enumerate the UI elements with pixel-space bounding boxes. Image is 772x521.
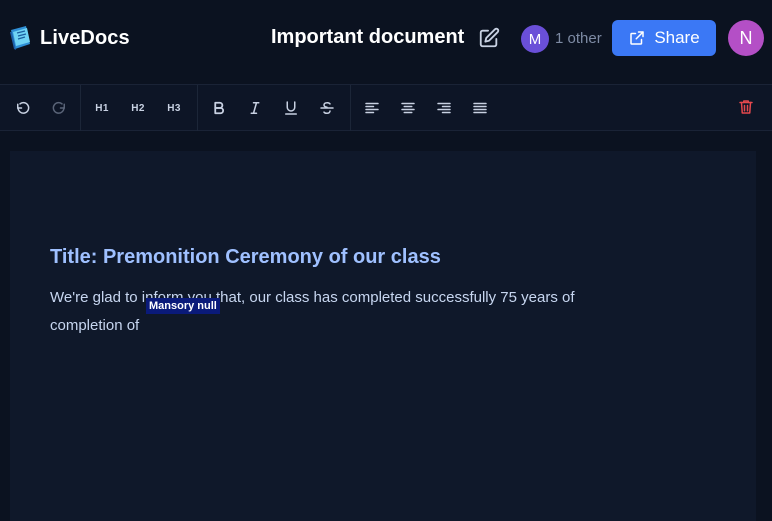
align-justify-icon [473,102,487,114]
align-center-button[interactable] [396,96,420,120]
logo-icon [10,26,30,50]
underline-icon [285,101,297,115]
collaborator-count: 1 other [555,30,602,47]
redo-button[interactable] [47,96,71,120]
toolbar-divider [197,85,198,131]
underline-button[interactable] [279,96,303,120]
align-right-icon [437,102,451,114]
formatting-toolbar: H1 H2 H3 [0,84,772,131]
align-left-button[interactable] [360,96,384,120]
strikethrough-button[interactable] [315,96,339,120]
edit-icon[interactable] [478,27,500,49]
collaborator-avatar: M [521,25,549,53]
trash-icon [739,100,753,114]
header: LiveDocs Important document M 1 other Sh… [0,0,772,84]
collaborator-cursor-label: Mansory null [146,298,220,314]
share-label: Share [654,28,700,47]
heading3-button[interactable]: H3 [162,96,186,120]
document-editor[interactable]: Title: Premonition Ceremony of our class… [10,151,756,521]
align-center-icon [401,102,415,114]
app-name: LiveDocs [40,26,130,49]
bold-button[interactable] [207,96,231,120]
user-avatar[interactable]: N [728,20,764,56]
align-justify-button[interactable] [468,96,492,120]
share-button[interactable]: Share [612,20,716,56]
strikethrough-icon [320,101,334,115]
redo-icon [52,101,65,114]
document-heading[interactable]: Title: Premonition Ceremony of our class [50,246,441,269]
undo-button[interactable] [11,96,35,120]
delete-button[interactable] [734,95,758,119]
align-right-button[interactable] [432,96,456,120]
italic-icon [250,102,260,114]
bold-icon [214,101,224,115]
align-left-icon [365,102,379,114]
toolbar-divider [80,85,81,131]
toolbar-divider [350,85,351,131]
logo[interactable]: LiveDocs [8,24,130,52]
heading2-button[interactable]: H2 [126,96,150,120]
share-icon [630,31,645,45]
undo-icon [17,101,30,114]
heading1-button[interactable]: H1 [90,96,114,120]
italic-button[interactable] [243,96,267,120]
document-body[interactable]: We're glad to inform you that, our class… [50,284,650,340]
document-title[interactable]: Important document [271,26,464,49]
